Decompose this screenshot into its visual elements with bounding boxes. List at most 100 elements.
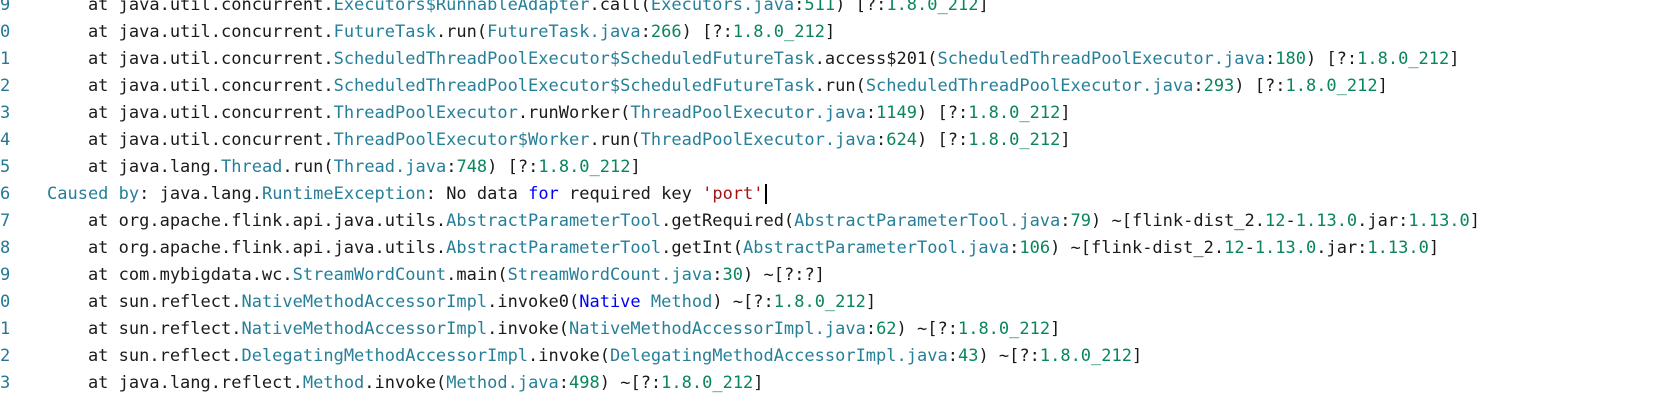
code-token: 293 — [1203, 76, 1235, 96]
code-token: Executors$RunnableAdapter — [333, 0, 590, 15]
code-line[interactable]: 9 at com.mybigdata.wc.StreamWordCount.ma… — [0, 262, 1661, 289]
code-text: at sun.reflect.NativeMethodAccessorImpl.… — [47, 316, 1060, 343]
code-token: AbstractParameterTool — [446, 211, 662, 231]
code-token: StreamWordCount.java — [507, 265, 713, 285]
code-line[interactable]: 9 at java.util.concurrent.Executors$Runn… — [0, 0, 1661, 19]
code-token: 12 — [1265, 211, 1286, 231]
code-token: ] — [1428, 238, 1440, 258]
code-token: : — [865, 319, 877, 339]
code-token: .invoke( — [528, 346, 610, 366]
code-line[interactable]: 2 at java.util.concurrent.ScheduledThrea… — [0, 73, 1661, 100]
code-token: FutureTask — [333, 22, 436, 42]
code-editor[interactable]: 9 at java.util.concurrent.Executors$Runn… — [0, 0, 1661, 402]
code-line[interactable]: 4 at java.util.concurrent.ThreadPoolExec… — [0, 127, 1661, 154]
code-token: AbstractParameterTool — [446, 238, 662, 258]
code-token: ] — [1131, 346, 1143, 366]
code-token: .access$201( — [814, 49, 938, 69]
line-number: 8 — [0, 238, 10, 258]
code-token: ) [?: — [917, 103, 969, 123]
code-line[interactable]: 1 at java.util.concurrent.ScheduledThrea… — [0, 46, 1661, 73]
code-token: ) [?: — [835, 0, 887, 15]
code-token: required key — [558, 184, 703, 204]
code-token: ) [?: — [681, 22, 733, 42]
line-number: 1 — [0, 49, 10, 69]
code-token: ) [?: — [487, 157, 539, 177]
line-number: 0 — [0, 292, 10, 312]
code-token: ThreadPoolExecutor$Worker — [333, 130, 590, 150]
code-token: at java.util.concurrent. — [47, 103, 334, 123]
code-token: ) ~[flink-dist_2. — [1091, 211, 1266, 231]
code-token: .getInt( — [661, 238, 743, 258]
code-token: .jar: — [1357, 211, 1409, 231]
line-number: 6 — [0, 184, 10, 204]
code-line[interactable]: 5 at java.lang.Thread.run(Thread.java:74… — [0, 154, 1661, 181]
code-token: 1.8.0_212 — [957, 319, 1051, 339]
code-token: AbstractParameterTool.java — [794, 211, 1061, 231]
code-text: at sun.reflect.DelegatingMethodAccessorI… — [47, 343, 1142, 370]
code-token: 1.8.0_212 — [773, 292, 866, 312]
code-token: : — [1060, 211, 1071, 231]
code-token: 30 — [722, 265, 744, 285]
code-token: NativeMethodAccessorImpl.java — [569, 319, 866, 339]
code-token: Method.java — [446, 373, 559, 393]
code-line[interactable]: 0 at java.util.concurrent.FutureTask.run… — [0, 19, 1661, 46]
line-number: 9 — [0, 0, 10, 15]
code-line[interactable]: 2 at sun.reflect.DelegatingMethodAccesso… — [0, 343, 1661, 370]
code-token: .runWorker( — [517, 103, 631, 123]
code-token: ] — [1060, 103, 1071, 123]
code-token: .run( — [282, 157, 334, 177]
code-token: RuntimeException — [261, 184, 426, 204]
code-token: ) ~[?: — [599, 373, 662, 393]
code-token: 1.8.0_212 — [538, 157, 631, 177]
line-number: 0 — [0, 22, 10, 42]
code-line[interactable]: 7 at org.apache.flink.api.java.utils.Abs… — [0, 208, 1661, 235]
code-line[interactable]: 3 at java.lang.reflect.Method.invoke(Met… — [0, 370, 1661, 397]
code-token: at java.util.concurrent. — [47, 22, 334, 42]
code-token: : — [558, 373, 570, 393]
code-line[interactable]: 1 at sun.reflect.NativeMethodAccessorImp… — [0, 316, 1661, 343]
code-token: at java.util.concurrent. — [47, 0, 334, 15]
code-line[interactable]: 8 at org.apache.flink.api.java.utils.Abs… — [0, 235, 1661, 262]
code-token: 'port' — [702, 184, 764, 204]
code-token: : — [712, 265, 723, 285]
code-token: : java.lang. — [139, 184, 262, 204]
code-text: at sun.reflect.NativeMethodAccessorImpl.… — [47, 289, 876, 316]
code-token: .run( — [589, 130, 641, 150]
code-token: : — [1193, 76, 1204, 96]
code-token: .invoke0( — [487, 292, 580, 312]
line-number: 1 — [0, 319, 10, 339]
code-token: at java.util.concurrent. — [47, 49, 334, 69]
code-token: 1.8.0_212 — [968, 103, 1061, 123]
code-text: at org.apache.flink.api.java.utils.Abstr… — [47, 235, 1439, 262]
code-token: 1.13.0 — [1367, 238, 1429, 258]
code-text: at java.util.concurrent.Executors$Runnab… — [47, 0, 989, 19]
code-token: - — [1244, 238, 1255, 258]
code-text: at org.apache.flink.api.java.utils.Abstr… — [47, 208, 1480, 235]
code-token: 1.8.0_212 — [732, 22, 825, 42]
code-token: at java.lang. — [47, 157, 221, 177]
code-token: 180 — [1275, 49, 1306, 69]
code-token: at java.util.concurrent. — [47, 76, 334, 96]
code-token: : — [865, 103, 877, 123]
code-line[interactable]: 6 Caused by: java.lang.RuntimeException: … — [0, 181, 1661, 208]
code-token: Thread.java — [333, 157, 447, 177]
code-token: 79 — [1070, 211, 1092, 231]
code-token: .getRequired( — [661, 211, 795, 231]
code-token: DelegatingMethodAccessorImpl.java — [609, 346, 948, 366]
code-token: ] — [865, 292, 877, 312]
code-token: ) ~[flink-dist_2. — [1050, 238, 1225, 258]
code-token: ScheduledThreadPoolExecutor$ScheduledFut… — [333, 49, 815, 69]
code-line[interactable]: 3 at java.util.concurrent.ThreadPoolExec… — [0, 100, 1661, 127]
code-token: 511 — [804, 0, 836, 15]
code-token: 1.8.0_212 — [968, 130, 1061, 150]
line-number: 3 — [0, 373, 10, 393]
code-token: at com.mybigdata.wc. — [47, 265, 293, 285]
code-token: 1.13.0 — [1295, 211, 1358, 231]
code-text: at java.util.concurrent.FutureTask.run(F… — [47, 19, 835, 46]
code-line[interactable]: 0 at sun.reflect.NativeMethodAccessorImp… — [0, 289, 1661, 316]
code-token: ] — [1469, 211, 1481, 231]
code-token: ] — [630, 157, 641, 177]
code-token: Native — [579, 292, 641, 312]
code-token: AbstractParameterTool.java — [743, 238, 1010, 258]
